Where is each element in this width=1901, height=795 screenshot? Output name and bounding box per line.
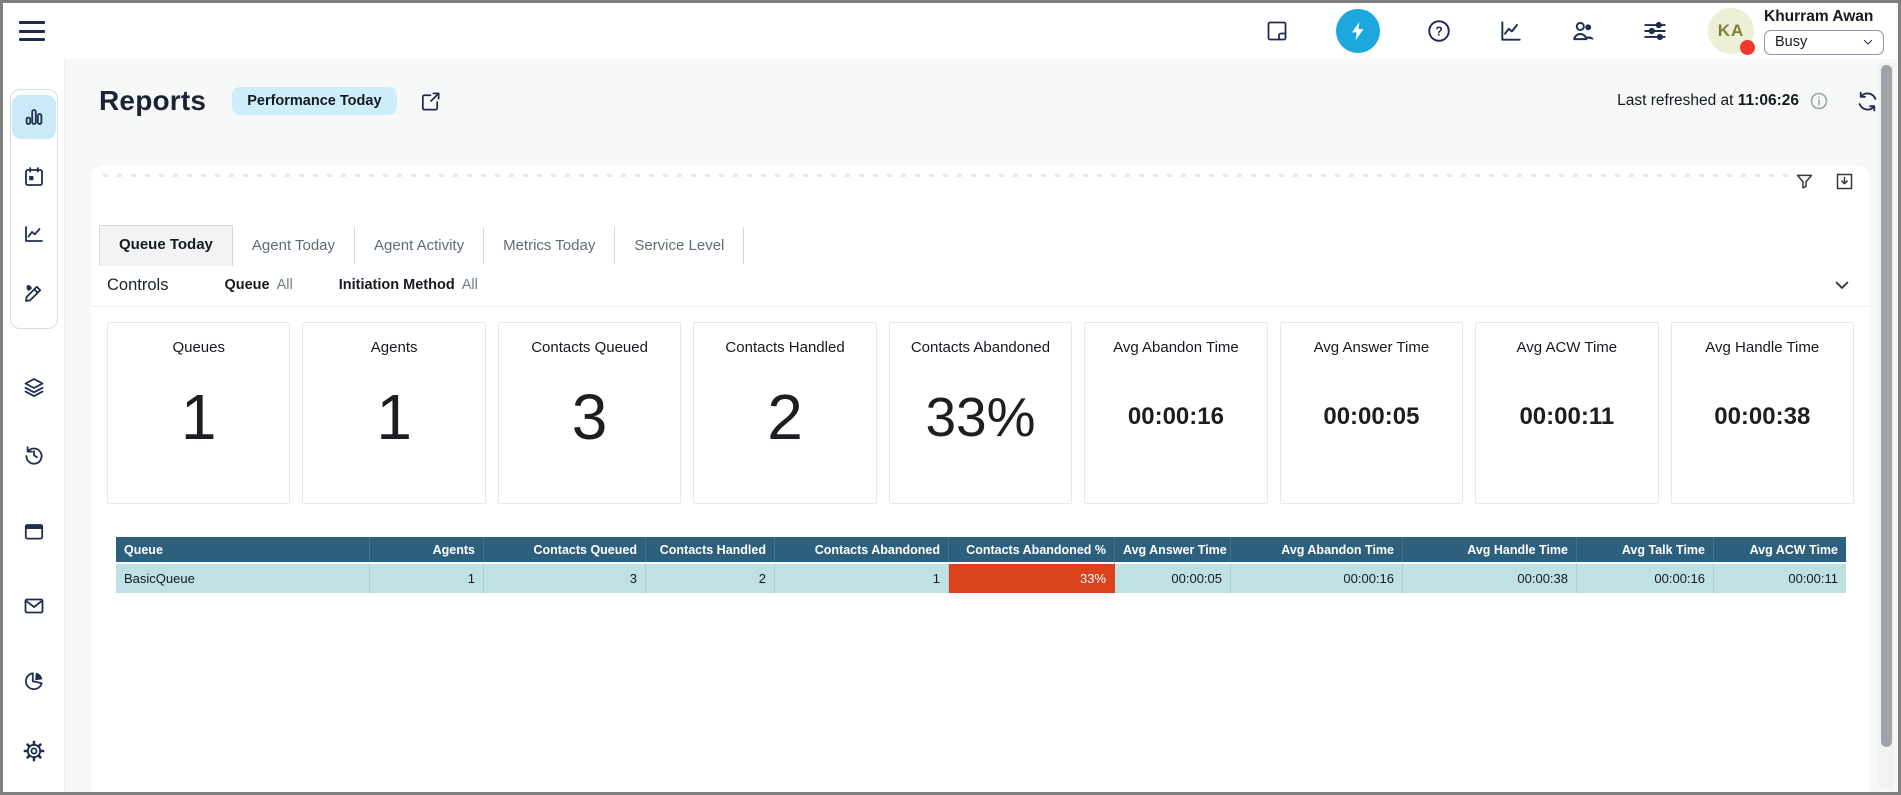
queue-filter-label: Queue (224, 277, 269, 293)
card-contacts-handled: Contacts Handled 2 (693, 322, 876, 504)
cell-contacts-abandoned: 1 (775, 562, 949, 593)
card-contacts-handled-value: 2 (767, 356, 803, 503)
svg-text:?: ? (1435, 25, 1443, 39)
cell-contacts-abandoned-pct: 33% (949, 562, 1115, 593)
sidebar-item-history[interactable] (12, 433, 56, 477)
card-avg-acw-time: Avg ACW Time 00:00:11 (1475, 322, 1658, 504)
quick-actions-flash-icon[interactable] (1336, 9, 1380, 53)
report-name-badge: Performance Today (232, 87, 396, 115)
queue-filter[interactable]: Queue All (224, 277, 292, 293)
card-agents: Agents 1 (302, 322, 485, 504)
scrollbar-thumb[interactable] (1881, 65, 1892, 747)
report-tabs: Queue Today Agent Today Agent Activity M… (91, 165, 1870, 264)
sidebar-item-pie-chart[interactable] (12, 659, 56, 703)
sidebar-item-layers[interactable] (12, 365, 56, 409)
card-avg-handle-time: Avg Handle Time 00:00:38 (1671, 322, 1854, 504)
tab-queue-today[interactable]: Queue Today (99, 225, 233, 266)
card-avg-acw-time-value: 00:00:11 (1519, 356, 1614, 503)
agents-icon[interactable] (1570, 18, 1596, 44)
cell-avg-talk-time: 00:00:16 (1577, 562, 1714, 593)
card-contacts-abandoned-value: 33% (925, 356, 1035, 503)
cell-avg-answer-time: 00:00:05 (1115, 562, 1231, 593)
app-window: ? (0, 0, 1901, 795)
collapse-controls-chevron-icon[interactable] (1832, 275, 1852, 295)
filter-icon[interactable] (1792, 169, 1816, 193)
queue-metrics-table: Queue Agents Contacts Queued Contacts Ha… (116, 537, 1846, 593)
card-contacts-queued-value: 3 (572, 356, 608, 503)
cell-contacts-handled: 2 (646, 562, 775, 593)
initiation-method-filter[interactable]: Initiation Method All (339, 277, 478, 293)
refresh-icon[interactable] (1855, 89, 1880, 114)
sidebar-item-calendar[interactable] (12, 155, 56, 199)
cell-avg-acw-time: 00:00:11 (1714, 562, 1846, 593)
cell-agents: 1 (370, 562, 484, 593)
queue-filter-value: All (277, 277, 293, 293)
initiation-method-filter-label: Initiation Method (339, 277, 455, 293)
presence-busy-dot (1740, 40, 1755, 55)
hamburger-menu-icon[interactable] (19, 21, 45, 41)
download-icon[interactable] (1832, 169, 1856, 193)
last-refreshed-text: Last refreshed at 11:06:26 (1617, 92, 1799, 110)
notes-icon[interactable] (1264, 18, 1290, 44)
cell-contacts-queued: 3 (484, 562, 646, 593)
tab-agent-today[interactable]: Agent Today (233, 227, 355, 264)
summary-cards: Queues 1 Agents 1 Contacts Queued 3 Cont… (91, 307, 1870, 504)
card-contacts-abandoned: Contacts Abandoned 33% (889, 322, 1072, 504)
controls-row: Controls Queue All Initiation Method All (91, 264, 1870, 307)
sidebar-item-settings[interactable] (12, 729, 56, 773)
card-avg-abandon-time: Avg Abandon Time 00:00:16 (1084, 322, 1267, 504)
chevron-down-icon (1861, 35, 1875, 49)
vertical-scrollbar[interactable] (1879, 63, 1894, 788)
info-icon[interactable] (1809, 91, 1829, 111)
tab-metrics-today[interactable]: Metrics Today (484, 227, 615, 264)
last-refreshed-time: 11:06:26 (1738, 92, 1799, 109)
sidebar-item-bar-chart[interactable] (12, 95, 56, 139)
user-block: KA Khurram Awan Busy (1708, 8, 1884, 55)
card-queues: Queues 1 (107, 322, 290, 504)
main-content: Reports Performance Today Last refreshed… (65, 59, 1898, 792)
card-avg-answer-time: Avg Answer Time 00:00:05 (1280, 322, 1463, 504)
tab-agent-activity[interactable]: Agent Activity (355, 227, 484, 264)
metrics-icon[interactable] (1498, 18, 1524, 44)
sidebar-item-email[interactable] (12, 584, 56, 628)
controls-title: Controls (107, 276, 168, 295)
help-icon[interactable]: ? (1426, 18, 1452, 44)
card-avg-handle-time-value: 00:00:38 (1714, 356, 1810, 503)
sidebar-item-line-chart[interactable] (12, 212, 56, 256)
panel-toolbar (1792, 169, 1856, 193)
tab-service-level[interactable]: Service Level (615, 227, 744, 264)
page-title: Reports (99, 85, 206, 117)
page-header: Reports Performance Today Last refreshed… (65, 59, 1898, 117)
top-bar: ? (3, 3, 1898, 59)
cell-avg-abandon-time: 00:00:16 (1231, 562, 1403, 593)
cell-queue: BasicQueue (116, 562, 370, 593)
sidebar-nav (3, 59, 65, 792)
user-name: Khurram Awan (1764, 8, 1884, 26)
card-avg-abandon-time-value: 00:00:16 (1128, 356, 1224, 503)
status-select-value: Busy (1775, 34, 1807, 50)
sidebar-item-annotate[interactable] (12, 271, 56, 315)
table-header-row: Queue Agents Contacts Queued Contacts Ha… (116, 537, 1846, 562)
cell-avg-handle-time: 00:00:38 (1403, 562, 1577, 593)
sidebar-item-window[interactable] (12, 510, 56, 554)
status-select[interactable]: Busy (1764, 30, 1884, 55)
report-panel: Queue Today Agent Today Agent Activity M… (91, 165, 1870, 792)
initiation-method-filter-value: All (462, 277, 478, 293)
card-avg-answer-time-value: 00:00:05 (1323, 356, 1419, 503)
card-contacts-queued: Contacts Queued 3 (498, 322, 681, 504)
table-row[interactable]: BasicQueue 1 3 2 1 33% 00:00:05 00:00:16… (116, 562, 1846, 593)
settings-sliders-icon[interactable] (1642, 18, 1668, 44)
card-agents-value: 1 (376, 356, 412, 503)
open-in-new-window-icon[interactable] (419, 90, 442, 113)
drag-handle-dots[interactable] (103, 174, 1800, 177)
card-queues-value: 1 (181, 356, 217, 503)
